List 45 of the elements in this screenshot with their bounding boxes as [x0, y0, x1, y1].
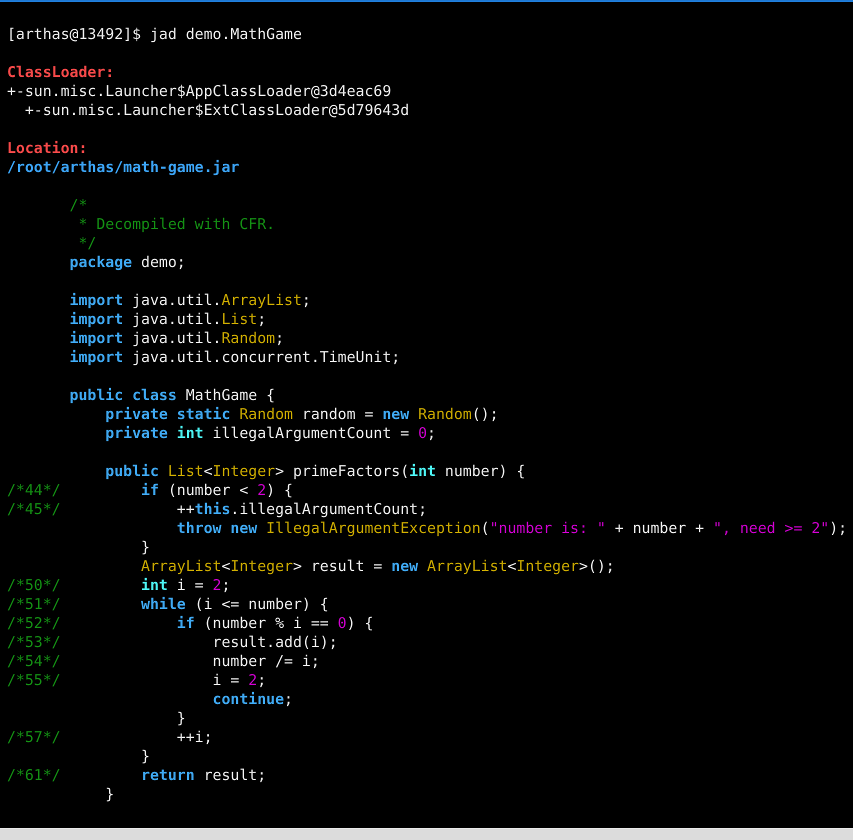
code-line: ++this.illegalArgumentCount;: [176, 500, 428, 519]
output-line: +-sun.misc.Launcher$AppClassLoader@3d4eac69: [7, 82, 392, 101]
line-number: /*51*/: [7, 595, 61, 613]
line-number: /*44*/: [7, 481, 61, 499]
code-line: if (number < 2) {: [140, 481, 293, 500]
code-line: return result;: [140, 766, 266, 785]
code-line: import java.util.Random;: [70, 329, 284, 348]
code-line: number /= i;: [212, 652, 320, 671]
output-line: +-sun.misc.Launcher$ExtClassLoader@5d79643d: [24, 101, 410, 120]
line-number: /*52*/: [7, 614, 61, 632]
code-line: import java.util.List;: [70, 310, 266, 329]
output-line: [arthas@13492]$ jad demo.MathGame: [7, 25, 302, 44]
code-line: package demo;: [70, 253, 186, 272]
code-line: }: [176, 709, 186, 728]
line-number: /*61*/: [7, 766, 61, 784]
output-line: Location:: [7, 139, 88, 158]
code-line: public class MathGame {: [70, 386, 276, 405]
code-line: import java.util.concurrent.TimeUnit;: [70, 348, 400, 367]
output-line: ClassLoader:: [7, 63, 114, 82]
code-line: ArrayList<Integer> result = new ArrayList<Integer>();: [140, 557, 615, 576]
line-number: /*57*/: [7, 728, 61, 746]
output-line: /root/arthas/math-game.jar: [7, 158, 240, 177]
code-line: private static Random random = new Random();: [104, 405, 499, 424]
code-line: * Decompiled with CFR.: [77, 215, 276, 234]
code-line: }: [140, 747, 150, 766]
line-number: /*53*/: [7, 633, 61, 651]
code-line: if (number % i == 0) {: [176, 614, 374, 633]
line-number: /*54*/: [7, 652, 61, 670]
code-line: continue;: [212, 690, 293, 709]
line-number: /*45*/: [7, 500, 61, 518]
code-line: import java.util.ArrayList;: [70, 291, 311, 310]
line-number: /*55*/: [7, 671, 61, 689]
code-line: while (i <= number) {: [140, 595, 329, 614]
code-line: ++i;: [176, 728, 213, 747]
code-line: */: [77, 234, 96, 253]
code-line: }: [104, 785, 114, 804]
code-line: /*: [70, 196, 88, 215]
line-number: /*50*/: [7, 576, 61, 594]
code-line: throw new IllegalArgumentException("number is: " + number + ", need >= 2");: [176, 519, 848, 538]
code-line: }: [140, 538, 150, 557]
code-line: result.add(i);: [212, 633, 338, 652]
code-line: i = 2;: [212, 671, 266, 690]
code-line: public List<Integer> primeFactors(int number) {: [104, 462, 526, 481]
code-line: int i = 2;: [140, 576, 230, 595]
code-line: private int illegalArgumentCount = 0;: [104, 424, 436, 443]
